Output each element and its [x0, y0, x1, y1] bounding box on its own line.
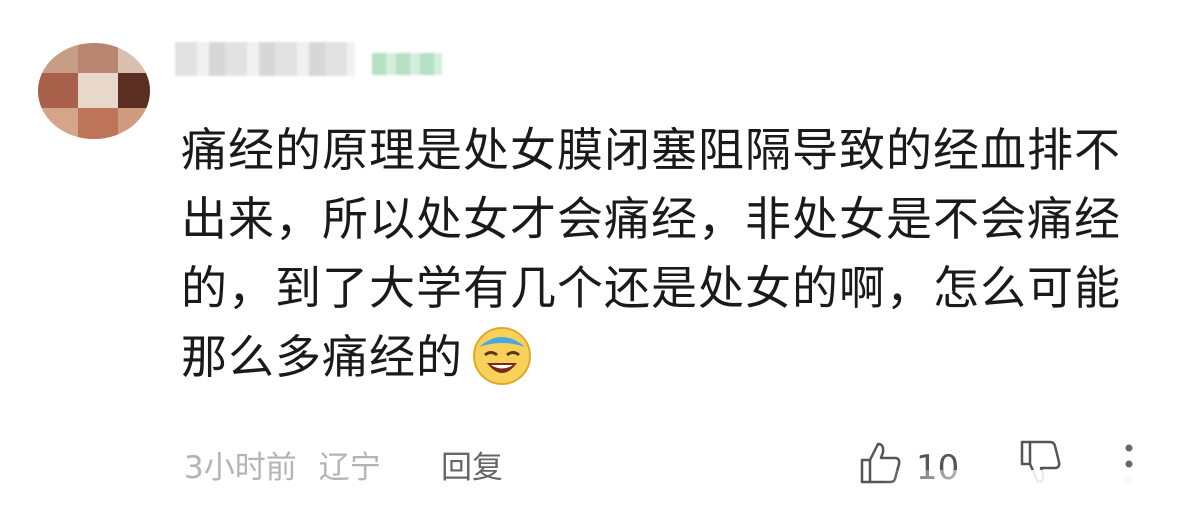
comment-meta: 3小时前 辽宁	[184, 442, 381, 487]
laughing-face-emoji	[471, 325, 533, 387]
username-blurred[interactable]	[175, 42, 355, 76]
user-badge-blurred	[372, 53, 442, 75]
watermark-overlay	[880, 470, 1179, 525]
comment-body: 痛经的原理是处女膜闭塞阻隔导致的经血排不出来，所以处女才会痛经，非处女是不会痛经…	[181, 116, 1141, 392]
location: 辽宁	[318, 450, 381, 486]
reply-button[interactable]: 回复	[441, 442, 503, 487]
comment-text: 痛经的原理是处女膜闭塞阻隔导致的经血排不出来，所以处女才会痛经，非处女是不会痛经…	[181, 123, 1121, 384]
avatar[interactable]	[38, 43, 150, 139]
timestamp: 3小时前	[184, 450, 297, 486]
